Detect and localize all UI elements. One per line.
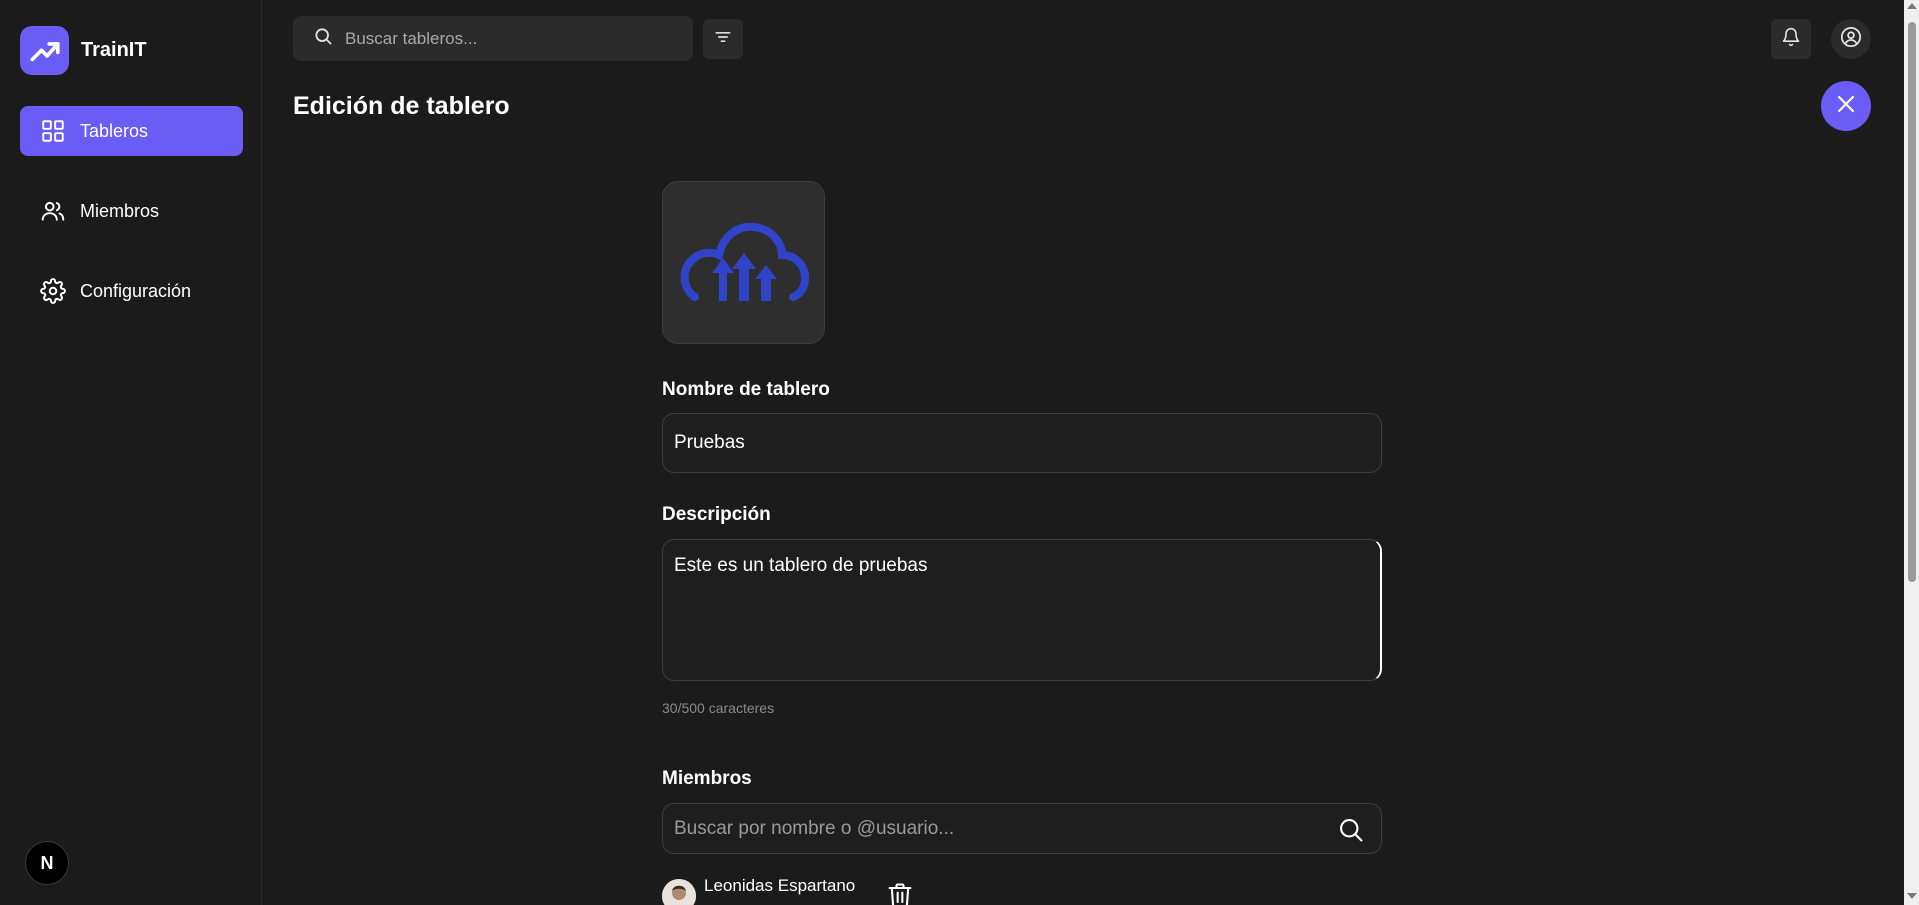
- app-logo[interactable]: TrainIT: [20, 26, 147, 75]
- description-textarea[interactable]: Este es un tablero de pruebas: [662, 539, 1382, 681]
- search-icon: [313, 26, 333, 51]
- grid-icon: [40, 118, 66, 144]
- trash-icon[interactable]: [886, 881, 914, 905]
- gear-icon: [40, 278, 66, 304]
- filter-button[interactable]: [703, 19, 743, 59]
- members-label: Miembros: [662, 768, 752, 789]
- board-name-label: Nombre de tablero: [662, 379, 830, 400]
- avatar: [662, 879, 696, 905]
- scroll-thumb[interactable]: [1908, 22, 1916, 582]
- page-title: Edición de tablero: [293, 92, 510, 120]
- close-button[interactable]: [1821, 81, 1871, 131]
- app-name: TrainIT: [81, 39, 147, 61]
- member-name: Leonidas Espartano: [704, 876, 856, 895]
- member-search[interactable]: [662, 803, 1382, 854]
- user-circle-icon: [1840, 26, 1862, 53]
- board-search-input[interactable]: [345, 28, 675, 49]
- user-profile-button[interactable]: [1831, 19, 1871, 59]
- users-icon: [40, 198, 66, 224]
- scroll-down-arrow[interactable]: [1907, 893, 1917, 899]
- sidebar-item-tableros[interactable]: Tableros: [20, 106, 243, 156]
- sidebar-item-miembros[interactable]: Miembros: [20, 186, 243, 236]
- board-name-input[interactable]: [662, 413, 1382, 473]
- dev-tools-badge[interactable]: N: [25, 841, 69, 885]
- sidebar-item-label: Miembros: [80, 200, 160, 221]
- description-label: Descripción: [662, 504, 771, 525]
- sidebar: TrainIT Tableros Miembros Configuración …: [0, 0, 262, 905]
- board-image-picker[interactable]: [662, 181, 825, 344]
- trending-up-icon: [20, 26, 69, 75]
- member-search-input[interactable]: [663, 817, 1303, 840]
- scroll-up-arrow[interactable]: [1907, 3, 1917, 9]
- bell-icon: [1781, 27, 1801, 52]
- search-icon[interactable]: [1337, 816, 1365, 849]
- sidebar-item-label: Configuración: [80, 280, 192, 301]
- cloud-upload-icon: [679, 215, 809, 310]
- board-search[interactable]: [293, 16, 693, 61]
- char-counter: 30/500 caracteres: [662, 700, 775, 716]
- notifications-button[interactable]: [1771, 19, 1811, 59]
- close-icon: [1834, 92, 1858, 121]
- filter-icon: [713, 27, 733, 52]
- sidebar-item-label: Tableros: [80, 120, 149, 141]
- member-list-item: Leonidas Espartano: [662, 876, 912, 905]
- sidebar-item-configuracion[interactable]: Configuración: [20, 266, 243, 316]
